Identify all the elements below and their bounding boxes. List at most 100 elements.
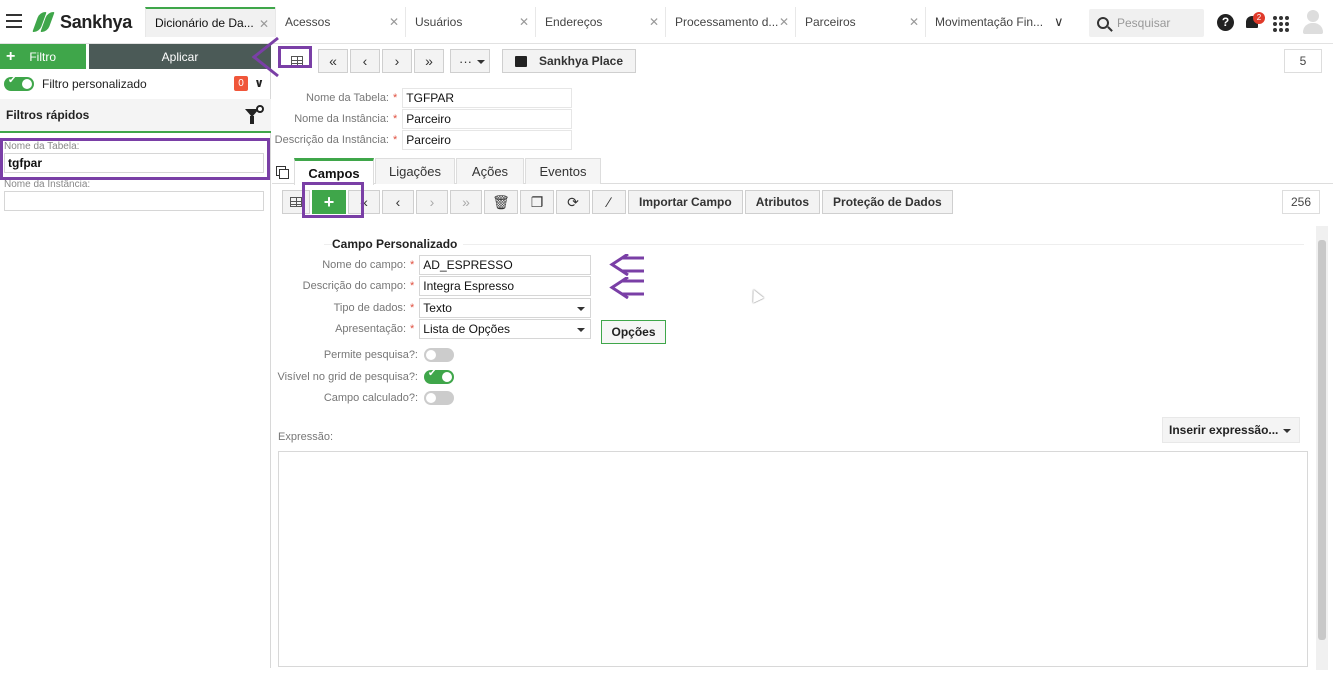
caret-down-icon	[577, 307, 586, 311]
close-icon[interactable]: ✕	[259, 17, 269, 31]
annotation-box-table-filter	[0, 138, 270, 180]
logo-leaf-icon	[32, 11, 56, 33]
tab-eventos[interactable]: Eventos	[525, 158, 601, 184]
tab-acessos[interactable]: Acessos ✕	[275, 7, 405, 37]
trash-icon[interactable]: 🗑︎	[484, 190, 518, 214]
field-name-input[interactable]: AD_ESPRESSO	[419, 255, 592, 275]
presentation-label: Apresentação:	[335, 323, 406, 335]
refresh-icon[interactable]: ⟳	[556, 190, 590, 214]
menu-icon[interactable]	[6, 14, 22, 28]
table-name-value[interactable]: TGFPAR	[402, 88, 573, 108]
tab-usuarios[interactable]: Usuários ✕	[405, 7, 535, 37]
filtro-label: Filtro	[29, 49, 57, 64]
calculated-field-row: Campo calculado?:	[272, 388, 454, 408]
visible-grid-toggle[interactable]: ✔	[424, 368, 454, 384]
duplicate-icon[interactable]: ❐	[520, 190, 554, 214]
main-toolbar: « ‹ › » ··· Sankhya Place	[284, 49, 638, 73]
tab-acoes[interactable]: Ações	[456, 158, 524, 184]
logo[interactable]: Sankhya	[32, 10, 132, 34]
presentation-row: Apresentação: * Lista de Opções	[272, 319, 592, 339]
data-type-select[interactable]: Texto	[419, 298, 592, 318]
first-record-button[interactable]: «	[318, 49, 348, 73]
tab-ligacoes[interactable]: Ligações	[375, 158, 455, 184]
tab-label: Processamento d...	[675, 15, 779, 29]
previous-record-button[interactable]: ‹	[382, 190, 414, 214]
data-protection-button[interactable]: Proteção de Dados	[822, 190, 953, 214]
field-description-input[interactable]: Integra Espresso	[419, 276, 592, 296]
more-actions-button[interactable]: ···	[450, 49, 490, 73]
presentation-select[interactable]: Lista de Opções	[419, 319, 592, 339]
help-icon[interactable]: ?	[1217, 14, 1234, 31]
tab-label: Movimentação Fin...	[935, 15, 1044, 29]
instance-name-value[interactable]: Parceiro	[402, 109, 573, 129]
attachment-icon[interactable]: ∕	[592, 190, 626, 214]
custom-filter-toggle[interactable]: ✔	[4, 75, 34, 91]
notification-badge: 2	[1253, 12, 1265, 24]
mouse-cursor-icon	[748, 287, 764, 303]
tab-enderecos[interactable]: Endereços ✕	[535, 7, 665, 37]
visible-grid-label: Visível no grid de pesquisa?:	[277, 371, 418, 383]
funnel-settings-icon[interactable]	[245, 105, 264, 125]
chevron-down-icon[interactable]: ∨	[1054, 14, 1064, 30]
search-placeholder: Pesquisar	[1117, 16, 1171, 30]
field-description-label: Descrição do campo:	[302, 280, 406, 292]
options-button[interactable]: Opções	[601, 320, 666, 344]
vertical-scrollbar[interactable]	[1316, 226, 1328, 670]
close-icon[interactable]: ✕	[389, 15, 399, 29]
annotation-arrow-left	[251, 36, 279, 78]
field-name-label: Nome do campo:	[322, 259, 406, 271]
last-record-button[interactable]: »	[414, 49, 444, 73]
last-record-button[interactable]: »	[450, 190, 482, 214]
next-record-button[interactable]: ›	[416, 190, 448, 214]
tab-parceiros[interactable]: Parceiros ✕	[795, 7, 925, 37]
required-mark: *	[410, 323, 415, 335]
plus-icon: +	[6, 47, 16, 65]
scrollbar-thumb[interactable]	[1318, 240, 1326, 640]
tab-movimentacao[interactable]: Movimentação Fin...	[925, 7, 1045, 37]
chevron-down-icon[interactable]: ∨	[254, 76, 264, 90]
custom-filter-label: Filtro personalizado	[42, 77, 147, 91]
instance-description-value[interactable]: Parceiro	[402, 130, 573, 150]
presentation-value: Lista de Opções	[423, 322, 510, 336]
attributes-button[interactable]: Atributos	[744, 190, 821, 214]
required-mark: *	[393, 113, 398, 125]
quick-filters-title: Filtros rápidos	[6, 108, 90, 122]
close-icon[interactable]: ✕	[649, 15, 659, 29]
calculated-field-toggle[interactable]	[424, 391, 454, 405]
instance-name-row: Nome da Instância: * Parceiro	[272, 109, 573, 129]
tab-dicionario[interactable]: Dicionário de Da... ✕	[145, 7, 275, 37]
add-filter-button[interactable]: + Filtro	[0, 44, 86, 69]
close-icon[interactable]: ✕	[519, 15, 529, 29]
instance-name-filter-input[interactable]	[4, 191, 264, 211]
allow-search-toggle[interactable]	[424, 348, 454, 362]
tab-label: Parceiros	[805, 15, 856, 29]
next-record-button[interactable]: ›	[382, 49, 412, 73]
caret-down-icon	[477, 60, 485, 64]
instance-name-filter-label: Nome da Instância:	[4, 179, 91, 190]
sankhya-place-button[interactable]: Sankhya Place	[502, 49, 636, 73]
insert-expression-dropdown[interactable]: Inserir expressão...	[1162, 417, 1300, 443]
expression-editor[interactable]	[278, 451, 1308, 667]
search-box[interactable]: Pesquisar	[1089, 9, 1204, 37]
apply-button[interactable]: Aplicar	[89, 44, 271, 69]
expression-label: Expressão:	[278, 431, 334, 443]
required-mark: *	[410, 259, 415, 271]
previous-record-button[interactable]: ‹	[350, 49, 380, 73]
brand-name: Sankhya	[60, 11, 132, 32]
calculated-field-label: Campo calculado?:	[323, 392, 418, 404]
avatar[interactable]	[1302, 10, 1324, 34]
bell-icon[interactable]: 2	[1244, 12, 1265, 32]
data-type-row: Tipo de dados: * Texto	[272, 298, 592, 318]
tab-campos[interactable]: Campos	[294, 158, 374, 185]
table-name-label: Nome da Tabela:	[306, 92, 389, 104]
field-description-row: Descrição do campo: * Integra Espresso	[272, 276, 592, 296]
close-icon[interactable]: ✕	[909, 15, 919, 29]
table-name-row: Nome da Tabela: * TGFPAR	[272, 88, 573, 108]
tab-processamento[interactable]: Processamento d... ✕	[665, 7, 795, 37]
copy-icon[interactable]	[276, 166, 289, 179]
insert-expression-label: Inserir expressão...	[1169, 423, 1279, 437]
import-field-button[interactable]: Importar Campo	[628, 190, 743, 214]
apps-grid-icon[interactable]	[1273, 16, 1289, 32]
annotation-box-add	[302, 182, 364, 218]
close-icon[interactable]: ✕	[779, 15, 789, 29]
